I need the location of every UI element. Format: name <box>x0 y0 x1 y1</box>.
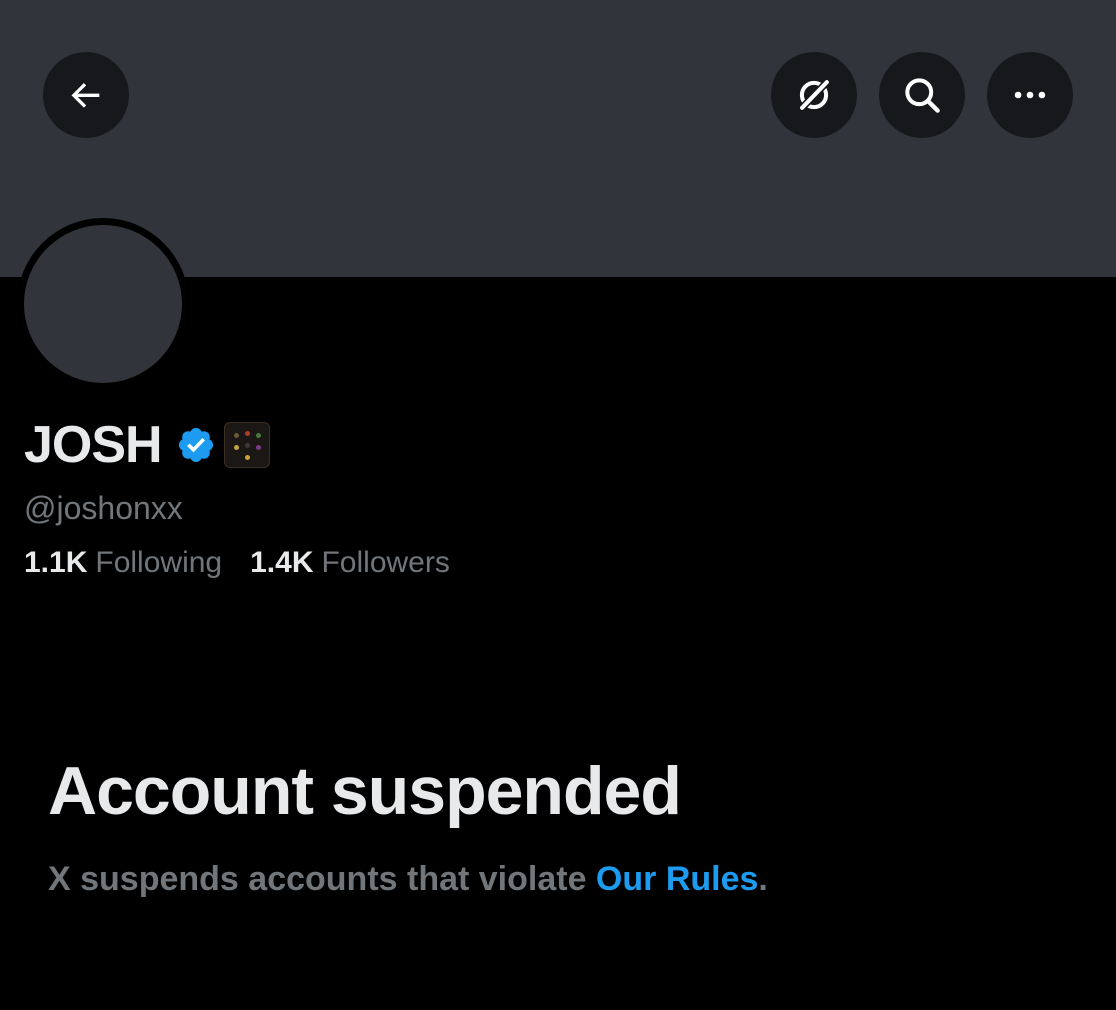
followers-count: 1.4K <box>250 546 314 579</box>
affiliate-badge-icon[interactable] <box>223 422 270 468</box>
verified-badge-icon[interactable] <box>176 425 216 465</box>
suspended-title: Account suspended <box>48 753 682 829</box>
more-icon <box>1014 91 1046 99</box>
grok-icon <box>798 78 831 112</box>
back-button[interactable] <box>43 52 129 138</box>
back-arrow-icon <box>71 83 100 108</box>
profile-page: JOSH @joshonxx 1.1K Following 1.4K Follo… <box>0 0 1116 1010</box>
suspended-description: X suspends accounts that violate Our Rul… <box>48 860 768 899</box>
suspended-description-text: X suspends accounts that violate <box>48 860 596 898</box>
grok-button[interactable] <box>771 52 857 138</box>
profile-handle: @joshonxx <box>24 490 183 526</box>
display-name: JOSH <box>24 416 163 474</box>
followers-link[interactable]: 1.4K Followers <box>250 546 450 580</box>
followers-label: Followers <box>321 546 450 579</box>
search-icon <box>905 78 940 113</box>
suspended-description-period: . <box>758 860 768 898</box>
more-options-button[interactable] <box>987 52 1073 138</box>
avatar[interactable] <box>17 218 189 390</box>
our-rules-link[interactable]: Our Rules <box>596 860 758 898</box>
following-link[interactable]: 1.1K Following <box>24 546 222 580</box>
following-label: Following <box>95 546 223 579</box>
search-button[interactable] <box>879 52 965 138</box>
following-count: 1.1K <box>24 546 88 579</box>
follow-stats: 1.1K Following 1.4K Followers <box>24 546 450 580</box>
profile-banner <box>0 0 1116 277</box>
profile-name-row: JOSH <box>24 413 270 477</box>
avatar-placeholder <box>24 225 182 383</box>
